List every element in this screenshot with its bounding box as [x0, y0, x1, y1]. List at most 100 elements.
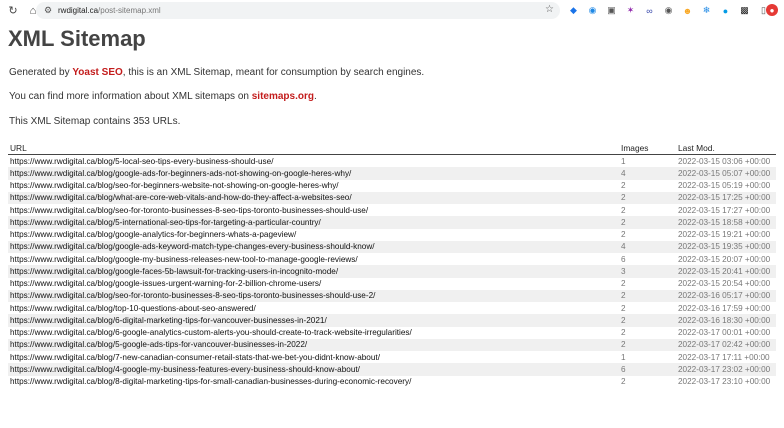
image-count: 6 — [621, 254, 626, 264]
table-row: https://www.rwdigital.ca/blog/7-new-cana… — [8, 351, 776, 363]
page-title: XML Sitemap — [8, 26, 146, 51]
url-link[interactable]: https://www.rwdigital.ca/blog/seo-for-to… — [8, 204, 619, 216]
image-count: 6 — [619, 363, 676, 376]
table-row: https://www.rwdigital.ca/blog/4-google-m… — [8, 363, 776, 376]
table-row: https://www.rwdigital.ca/blog/5-local-se… — [8, 155, 776, 168]
table-row: https://www.rwdigital.ca/blog/what-are-c… — [8, 191, 776, 204]
browser-toolbar: ↻ ⌂ ⚙ rwdigital.ca/post-sitemap.xml ☆ ◆ … — [0, 0, 784, 21]
extension-icon[interactable]: ∞ — [642, 3, 657, 18]
url-link[interactable]: https://www.rwdigital.ca/blog/google-fac… — [8, 265, 619, 278]
image-count: 2 — [619, 191, 676, 204]
image-count: 2 — [619, 289, 676, 302]
more-info-text: You can find more information about XML … — [9, 91, 317, 102]
last-modified: 2022-03-17 02:42 +00:00 — [676, 338, 776, 351]
url-host: rwdigital.ca — [58, 6, 99, 15]
url-link[interactable]: https://www.rwdigital.ca/blog/google-ads… — [8, 167, 619, 180]
extension-icon[interactable]: ◆ — [566, 3, 581, 18]
last-modified: 2022-03-15 18:58 +00:00 — [676, 216, 776, 229]
image-count: 2 — [621, 279, 626, 289]
extension-icon[interactable]: ☻ — [680, 3, 695, 18]
image-count: 4 — [619, 240, 676, 253]
column-header-images: Images — [619, 142, 676, 155]
yoast-link[interactable]: Yoast SEO — [72, 67, 122, 78]
last-modified: 2022-03-16 17:59 +00:00 — [678, 303, 771, 313]
extension-icon[interactable]: ▣ — [604, 3, 619, 18]
url-link[interactable]: https://www.rwdigital.ca/blog/google-my-… — [8, 253, 619, 265]
image-count: 4 — [619, 167, 676, 180]
address-bar[interactable]: ⚙ rwdigital.ca/post-sitemap.xml ☆ — [36, 2, 560, 19]
url-link[interactable]: https://www.rwdigital.ca/blog/what-are-c… — [8, 191, 619, 204]
table-row: https://www.rwdigital.ca/blog/8-digital-… — [8, 376, 776, 388]
last-modified: 2022-03-15 03:06 +00:00 — [678, 156, 771, 166]
sitemaps-org-link[interactable]: sitemaps.org — [252, 91, 314, 102]
image-count: 2 — [621, 303, 626, 313]
image-count: 2 — [621, 181, 626, 191]
last-modified: 2022-03-15 17:25 +00:00 — [676, 191, 776, 204]
url-link[interactable]: https://www.rwdigital.ca/blog/4-google-m… — [8, 363, 619, 376]
reload-icon[interactable]: ↻ — [6, 4, 20, 18]
last-modified: 2022-03-16 05:17 +00:00 — [676, 289, 776, 302]
last-modified: 2022-03-17 00:01 +00:00 — [678, 328, 771, 338]
intro-text: Generated by Yoast SEO, this is an XML S… — [9, 67, 424, 78]
intro-prefix: Generated by — [9, 67, 73, 78]
table-row: https://www.rwdigital.ca/blog/5-google-a… — [8, 338, 776, 351]
extensions-bar: ◆ ◉ ▣ ✶ ∞ ◉ ☻ ❄ ● ▩ ▯ — [566, 3, 775, 18]
table-row: https://www.rwdigital.ca/blog/google-fac… — [8, 265, 776, 278]
more-suffix: . — [313, 91, 317, 102]
url-link[interactable]: https://www.rwdigital.ca/blog/5-internat… — [8, 216, 619, 229]
sitemap-table: URL Images Last Mod. https://www.rwdigit… — [8, 142, 776, 388]
extension-icon[interactable]: ● — [718, 3, 733, 18]
last-modified: 2022-03-15 19:35 +00:00 — [676, 240, 776, 253]
url-link[interactable]: https://www.rwdigital.ca/blog/google-ana… — [8, 229, 619, 241]
image-count: 2 — [621, 230, 626, 240]
image-count: 2 — [621, 328, 626, 338]
url-path: /post-sitemap.xml — [98, 6, 161, 15]
table-row: https://www.rwdigital.ca/blog/6-digital-… — [8, 314, 776, 327]
url-link[interactable]: https://www.rwdigital.ca/blog/7-new-cana… — [8, 351, 619, 363]
url-link[interactable]: https://www.rwdigital.ca/blog/seo-for-to… — [8, 289, 619, 302]
url-link[interactable]: https://www.rwdigital.ca/blog/5-local-se… — [8, 155, 619, 168]
site-info-icon[interactable]: ⚙ — [42, 5, 54, 17]
image-count: 2 — [621, 205, 626, 215]
last-modified: 2022-03-15 20:07 +00:00 — [678, 254, 771, 264]
image-count: 2 — [619, 216, 676, 229]
url-link[interactable]: https://www.rwdigital.ca/blog/google-ads… — [8, 240, 619, 253]
url-link[interactable]: https://www.rwdigital.ca/blog/seo-for-be… — [8, 180, 619, 192]
last-modified: 2022-03-15 19:21 +00:00 — [678, 230, 771, 240]
table-row: https://www.rwdigital.ca/blog/google-ana… — [8, 229, 776, 241]
table-row: https://www.rwdigital.ca/blog/5-internat… — [8, 216, 776, 229]
puzzle-icon[interactable]: ▩ — [737, 3, 752, 18]
last-modified: 2022-03-15 20:41 +00:00 — [676, 265, 776, 278]
image-count: 2 — [619, 314, 676, 327]
profile-avatar-icon[interactable]: ● — [766, 4, 778, 16]
intro-suffix: , this is an XML Sitemap, meant for cons… — [122, 67, 425, 78]
image-count: 2 — [621, 377, 626, 387]
table-header-row: URL Images Last Mod. — [8, 142, 776, 155]
table-row: https://www.rwdigital.ca/blog/google-ads… — [8, 167, 776, 180]
table-row: https://www.rwdigital.ca/blog/top-10-que… — [8, 302, 776, 314]
url-link[interactable]: https://www.rwdigital.ca/blog/top-10-que… — [8, 302, 619, 314]
url-link[interactable]: https://www.rwdigital.ca/blog/5-google-a… — [8, 338, 619, 351]
url-link[interactable]: https://www.rwdigital.ca/blog/6-google-a… — [8, 327, 619, 339]
last-modified: 2022-03-15 05:19 +00:00 — [678, 181, 771, 191]
last-modified: 2022-03-15 17:27 +00:00 — [678, 205, 771, 215]
extension-icon[interactable]: ◉ — [585, 3, 600, 18]
url-link[interactable]: https://www.rwdigital.ca/blog/8-digital-… — [8, 376, 619, 388]
sitemap-rows: https://www.rwdigital.ca/blog/5-local-se… — [8, 155, 776, 388]
table-row: https://www.rwdigital.ca/blog/6-google-a… — [8, 327, 776, 339]
image-count: 3 — [619, 265, 676, 278]
bookmark-star-icon[interactable]: ☆ — [545, 4, 554, 15]
extension-icon[interactable]: ✶ — [623, 3, 638, 18]
last-modified: 2022-03-16 18:30 +00:00 — [676, 314, 776, 327]
table-row: https://www.rwdigital.ca/blog/seo-for-be… — [8, 180, 776, 192]
extension-icon[interactable]: ❄ — [699, 3, 714, 18]
table-row: https://www.rwdigital.ca/blog/google-ads… — [8, 240, 776, 253]
camera-icon[interactable]: ◉ — [661, 3, 676, 18]
last-modified: 2022-03-17 23:10 +00:00 — [678, 377, 771, 387]
last-modified: 2022-03-15 05:07 +00:00 — [676, 167, 776, 180]
url-link[interactable]: https://www.rwdigital.ca/blog/6-digital-… — [8, 314, 619, 327]
last-modified: 2022-03-17 23:02 +00:00 — [676, 363, 776, 376]
last-modified: 2022-03-15 20:54 +00:00 — [678, 279, 771, 289]
url-link[interactable]: https://www.rwdigital.ca/blog/google-iss… — [8, 278, 619, 290]
last-modified: 2022-03-17 17:11 +00:00 — [678, 352, 770, 362]
